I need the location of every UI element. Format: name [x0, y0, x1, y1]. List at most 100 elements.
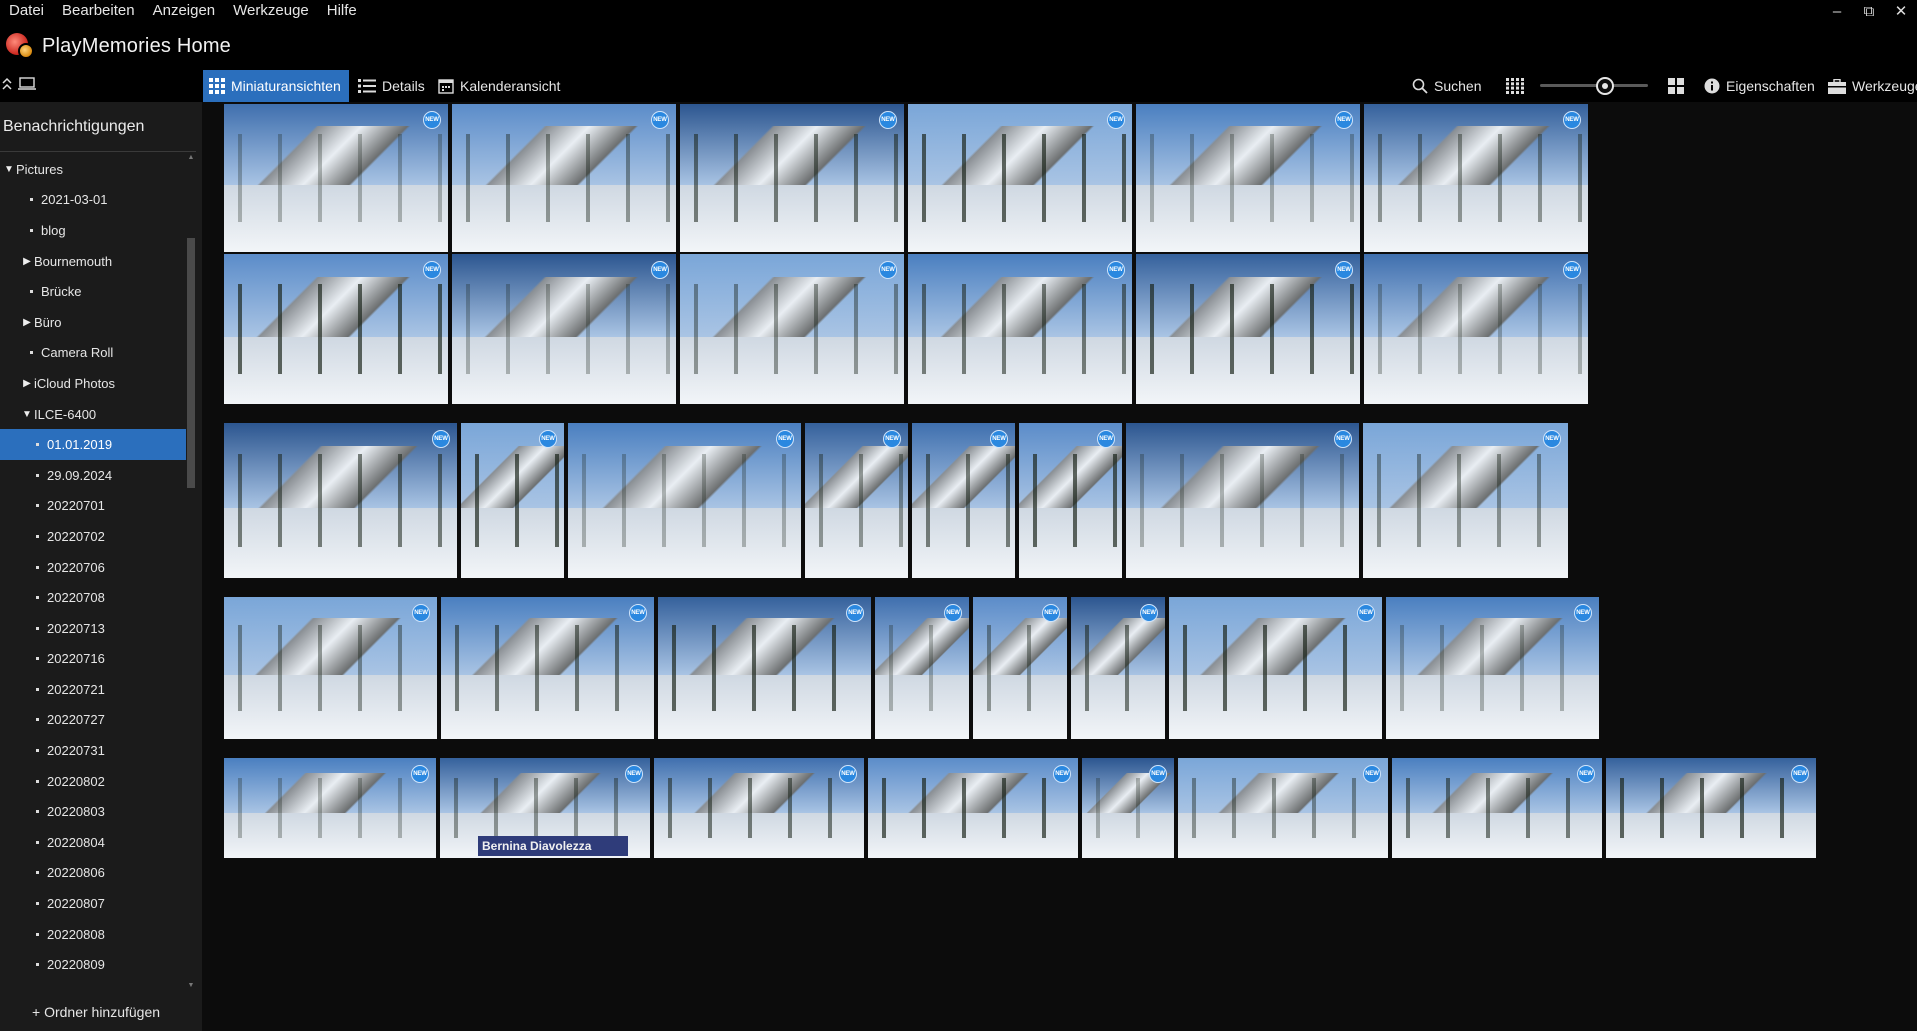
photo-thumbnail[interactable]: NEW	[1386, 597, 1599, 739]
tree-item[interactable]: 20220802	[0, 766, 186, 797]
tree-item[interactable]: 01.01.2019	[0, 429, 186, 460]
tree-item[interactable]: 20220803	[0, 796, 186, 827]
tree-item[interactable]: 20220806	[0, 858, 186, 889]
sidebar-scrollbar[interactable]: ▲ ▼	[186, 154, 196, 990]
photo-thumbnail[interactable]: NEW	[224, 423, 457, 578]
trees-shape	[224, 625, 437, 711]
photo-thumbnail[interactable]: NEW	[654, 758, 864, 858]
menu-anzeigen[interactable]: Anzeigen	[144, 0, 225, 22]
photo-thumbnail[interactable]: NEW	[908, 254, 1132, 404]
collapsed-triangle-icon[interactable]: ▶	[22, 256, 32, 267]
photo-thumbnail[interactable]: NEW	[680, 254, 904, 404]
close-button[interactable]: ✕	[1885, 0, 1917, 22]
tree-item[interactable]: ▶ iCloud Photos	[0, 368, 186, 399]
photo-thumbnail[interactable]: NEW	[1606, 758, 1816, 858]
bullet-icon	[36, 963, 39, 967]
photo-thumbnail[interactable]: NEW	[1019, 423, 1122, 578]
tree-item[interactable]: ▶ Büro	[0, 307, 186, 338]
expanded-triangle-icon[interactable]: ▼	[22, 409, 32, 420]
zoom-slider-thumb[interactable]	[1595, 77, 1614, 95]
photo-thumbnail[interactable]: NEW	[224, 597, 437, 739]
photo-thumbnail[interactable]: NEW	[1136, 254, 1360, 404]
photo-thumbnail[interactable]: NEW	[868, 758, 1078, 858]
tree-item[interactable]: 20220706	[0, 552, 186, 583]
tree-item[interactable]: 20220731	[0, 735, 186, 766]
large-thumbnails-button[interactable]	[1662, 70, 1690, 102]
photo-thumbnail[interactable]: NEW	[1364, 254, 1588, 404]
tree-item-label: 20220807	[47, 896, 105, 912]
collapsed-triangle-icon[interactable]: ▶	[22, 317, 32, 328]
collapsed-triangle-icon[interactable]: ▶	[22, 378, 32, 389]
scroll-up-icon[interactable]: ▲	[187, 154, 195, 162]
small-thumbnails-button[interactable]	[1500, 70, 1530, 102]
menu-bearbeiten[interactable]: Bearbeiten	[53, 0, 144, 22]
scrollbar-thumb[interactable]	[187, 238, 195, 488]
expanded-triangle-icon[interactable]: ▼	[4, 164, 14, 175]
trees-shape	[1136, 284, 1360, 374]
photo-thumbnail[interactable]: NEW Bernina Diavolezza	[440, 758, 650, 858]
photo-thumbnail[interactable]: NEW	[875, 597, 969, 739]
tree-item[interactable]: 20220708	[0, 582, 186, 613]
scroll-down-icon[interactable]: ▼	[187, 982, 195, 990]
tree-item[interactable]: blog	[0, 215, 186, 246]
menu-datei[interactable]: Datei	[0, 0, 53, 22]
photo-thumbnail[interactable]: NEW	[912, 423, 1015, 578]
photo-thumbnail[interactable]: NEW	[680, 104, 904, 252]
sidebar-title[interactable]: Benachrichtigungen	[0, 102, 196, 152]
tree-item[interactable]: 20220701	[0, 491, 186, 522]
menu-hilfe[interactable]: Hilfe	[318, 0, 366, 22]
photo-thumbnail[interactable]: NEW	[1071, 597, 1165, 739]
photo-thumbnail[interactable]: NEW	[805, 423, 908, 578]
photo-thumbnail[interactable]: NEW	[1392, 758, 1602, 858]
tree-item[interactable]: 29.09.2024	[0, 460, 186, 491]
new-badge: NEW	[1563, 111, 1581, 129]
tree-item[interactable]: 20220807	[0, 888, 186, 919]
tree-item[interactable]: 20220721	[0, 674, 186, 705]
search-button[interactable]: Suchen	[1406, 70, 1487, 102]
restore-button[interactable]: ⧉	[1853, 0, 1885, 22]
photo-thumbnail[interactable]: NEW	[908, 104, 1132, 252]
photo-thumbnail[interactable]: NEW	[452, 254, 676, 404]
photo-thumbnail[interactable]: NEW	[224, 758, 436, 858]
photo-thumbnail[interactable]: NEW	[224, 254, 448, 404]
tree-item[interactable]: ▶ Bournemouth	[0, 246, 186, 277]
tree-item[interactable]: 20220702	[0, 521, 186, 552]
zoom-slider-track[interactable]	[1540, 84, 1648, 87]
bullet-icon	[36, 932, 39, 936]
photo-thumbnail[interactable]: NEW	[658, 597, 871, 739]
tree-item[interactable]: 20220804	[0, 827, 186, 858]
photo-thumbnail[interactable]: NEW	[1363, 423, 1568, 578]
photo-thumbnail[interactable]: NEW	[568, 423, 801, 578]
thumbnails-view-button[interactable]: Miniaturansichten	[203, 70, 349, 102]
properties-button[interactable]: Eigenschaften	[1698, 70, 1821, 102]
collapse-icon[interactable]	[2, 77, 12, 96]
photo-thumbnail[interactable]: NEW	[461, 423, 564, 578]
tree-item[interactable]: 20220716	[0, 644, 186, 675]
tree-item[interactable]: ▼ Pictures	[0, 154, 186, 185]
menu-werkzeuge[interactable]: Werkzeuge	[224, 0, 318, 22]
photo-thumbnail[interactable]: NEW	[1136, 104, 1360, 252]
tree-item[interactable]: 20220727	[0, 705, 186, 736]
details-view-button[interactable]: Details	[352, 70, 431, 102]
photo-thumbnail[interactable]: NEW	[1364, 104, 1588, 252]
tree-item[interactable]: 20220713	[0, 613, 186, 644]
photo-thumbnail[interactable]: NEW	[1082, 758, 1174, 858]
photo-thumbnail[interactable]: NEW	[452, 104, 676, 252]
calendar-view-button[interactable]: Kalenderansicht	[432, 70, 566, 102]
photo-thumbnail[interactable]: NEW	[1169, 597, 1382, 739]
tree-item[interactable]: 2021-03-01	[0, 185, 186, 216]
minimize-button[interactable]: –	[1821, 0, 1853, 22]
device-icon[interactable]	[18, 76, 36, 96]
photo-thumbnail[interactable]: NEW	[1126, 423, 1359, 578]
photo-thumbnail[interactable]: NEW	[973, 597, 1067, 739]
photo-thumbnail[interactable]: NEW	[1178, 758, 1388, 858]
tools-button[interactable]: Werkzeuge	[1822, 70, 1917, 102]
photo-thumbnail[interactable]: NEW	[441, 597, 654, 739]
photo-thumbnail[interactable]: NEW	[224, 104, 448, 252]
add-folder-button[interactable]: + Ordner hinzufügen	[32, 1004, 160, 1020]
tree-item[interactable]: ▼ ILCE-6400	[0, 399, 186, 430]
tree-item[interactable]: 20220809	[0, 949, 186, 980]
tree-item[interactable]: Camera Roll	[0, 338, 186, 369]
tree-item[interactable]: 20220808	[0, 919, 186, 950]
tree-item[interactable]: Brücke	[0, 276, 186, 307]
